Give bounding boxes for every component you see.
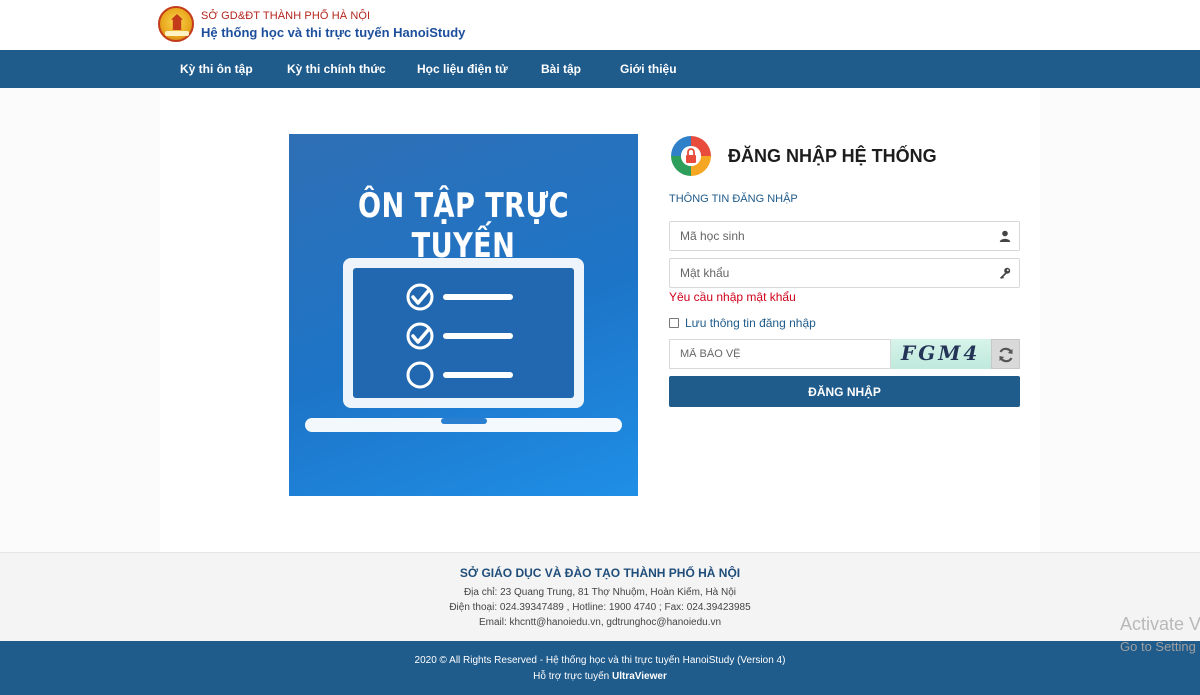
password-field [669, 258, 1020, 288]
password-error-message: Yêu cầu nhập mật khẩu [669, 290, 796, 304]
student-id-input[interactable] [670, 222, 990, 250]
nav-item-official-exams[interactable]: Kỳ thi chính thức [287, 62, 386, 76]
nav-item-exercises[interactable]: Bài tập [541, 62, 581, 76]
nav-item-review-exams[interactable]: Kỳ thi ôn tập [180, 62, 253, 76]
footer-email: Email: khcntt@hanoiedu.vn, gdtrunghoc@ha… [478, 617, 722, 628]
site-header: SỞ GD&ĐT THÀNH PHỐ HÀ NỘI Hệ thống học v… [0, 0, 1200, 50]
captcha-input[interactable] [670, 340, 890, 368]
captcha-code: FGM4 [901, 341, 981, 365]
user-icon [999, 230, 1011, 242]
captcha-field [669, 339, 891, 369]
footer-phone: Điện thoại: 024.39347489 , Hotline: 1900… [449, 602, 751, 613]
footer-bottom-bar: 2020 © All Rights Reserved - Hệ thống họ… [0, 641, 1200, 695]
hero-illustration: ÔN TẬP TRỰC TUYẾN [289, 134, 638, 496]
footer-support-tool-link[interactable]: UltraViewer [612, 671, 667, 682]
password-input[interactable] [670, 259, 990, 287]
captcha-image: FGM4 [891, 339, 991, 369]
main-navbar: Kỳ thi ôn tập Kỳ thi chính thức Học liệu… [0, 50, 1200, 88]
key-icon [1000, 267, 1011, 279]
footer-address: Địa chỉ: 23 Quang Trung, 81 Thợ Nhuộm, H… [463, 587, 737, 598]
windows-activation-watermark: Activate V [1120, 614, 1200, 634]
login-section-label: THÔNG TIN ĐĂNG NHẬP [669, 193, 798, 205]
footer-support: Hỗ trợ trực tuyến UltraViewer [0, 671, 1200, 682]
login-button[interactable]: ĐĂNG NHẬP [669, 376, 1020, 407]
org-small-name: SỞ GD&ĐT THÀNH PHỐ HÀ NỘI [201, 10, 371, 22]
hanoi-education-logo[interactable] [158, 6, 194, 42]
footer-org-name: SỞ GIÁO DỤC VÀ ĐÀO TẠO THÀNH PHỐ HÀ NỘI [459, 566, 741, 580]
footer-copyright: 2020 © All Rights Reserved - Hệ thống họ… [414, 655, 786, 666]
student-id-field [669, 221, 1020, 251]
login-title: ĐĂNG NHẬP HỆ THỐNG [728, 146, 937, 166]
captcha-refresh-button[interactable] [991, 339, 1020, 369]
footer-support-prefix: Hỗ trợ trực tuyến [533, 671, 610, 682]
windows-activation-settings-text: Go to Setting [1120, 639, 1196, 654]
remember-login-checkbox[interactable] [669, 318, 679, 328]
footer-info: SỞ GIÁO DỤC VÀ ĐÀO TẠO THÀNH PHỐ HÀ NỘI … [0, 552, 1200, 641]
nav-item-e-learning[interactable]: Học liệu điện tử [417, 62, 508, 76]
system-name[interactable]: Hệ thống học và thi trực tuyến HanoiStud… [201, 25, 465, 40]
remember-login-label[interactable]: Lưu thông tin đăng nhập [685, 316, 816, 330]
nav-item-about[interactable]: Giới thiệu [620, 62, 677, 76]
lock-shield-icon [671, 136, 711, 176]
laptop-checklist-icon [305, 258, 622, 432]
remember-login-row[interactable]: Lưu thông tin đăng nhập [669, 316, 816, 330]
refresh-icon [999, 347, 1013, 363]
